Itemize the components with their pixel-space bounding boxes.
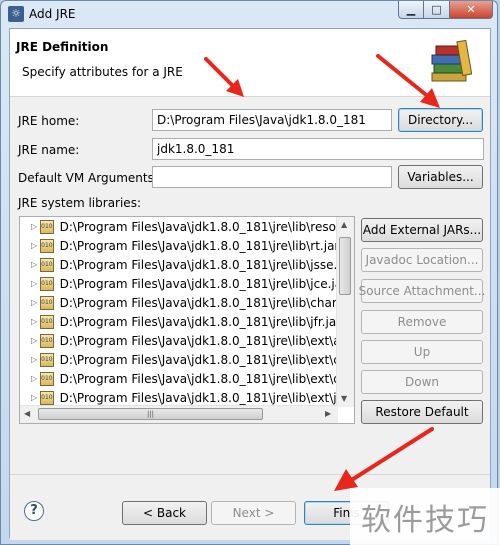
minimize-button[interactable]: ▁ xyxy=(398,1,424,19)
jar-icon: 010 xyxy=(40,238,54,253)
expand-arrow-icon: ▷ xyxy=(31,260,38,269)
scroll-left-icon[interactable]: ◀ xyxy=(24,409,30,418)
expand-arrow-icon: ▷ xyxy=(31,317,38,326)
javadoc-location-button[interactable]: Javadoc Location... xyxy=(361,248,483,272)
jar-icon: 010 xyxy=(40,333,54,348)
expand-arrow-icon: ▷ xyxy=(31,374,38,383)
title-bar: ☼ Add JRE ▁ □ ✕ xyxy=(1,1,497,27)
scroll-up-icon[interactable]: ▲ xyxy=(341,220,347,229)
restore-default-button[interactable]: Restore Default xyxy=(361,400,483,424)
library-path: D:\Program Files\Java\jdk1.8.0_181\jre\l… xyxy=(59,314,338,329)
library-path: D:\Program Files\Java\jdk1.8.0_181\jre\l… xyxy=(59,219,338,234)
jre-name-label: JRE name: xyxy=(18,143,80,157)
jar-icon: 010 xyxy=(40,257,54,272)
list-item[interactable]: ▷ 010 D:\Program Files\Java\jdk1.8.0_181\j… xyxy=(20,255,338,274)
jre-name-field[interactable]: jdk1.8.0_181 xyxy=(152,138,484,160)
remove-button[interactable]: Remove xyxy=(361,310,483,334)
list-item[interactable]: ▷ 010 D:\Program Files\Java\jdk1.8.0_181\j… xyxy=(20,274,338,293)
jar-icon: 010 xyxy=(40,371,54,386)
expand-arrow-icon: ▷ xyxy=(31,298,38,307)
jar-icon: 010 xyxy=(40,390,54,405)
back-button[interactable]: < Back xyxy=(122,501,207,525)
horizontal-scrollbar[interactable]: ◀ ||| ▶ xyxy=(20,405,338,423)
library-path: D:\Program Files\Java\jdk1.8.0_181\jre\l… xyxy=(59,333,338,348)
expand-arrow-icon: ▷ xyxy=(31,279,38,288)
annotation-arrow-icon xyxy=(334,427,434,491)
jar-icon: 010 xyxy=(40,295,54,310)
horizontal-scroll-thumb[interactable]: ||| xyxy=(38,408,263,420)
expand-arrow-icon: ▷ xyxy=(31,393,38,402)
close-button[interactable]: ✕ xyxy=(450,1,493,19)
minimize-icon: ▁ xyxy=(406,3,416,16)
jar-icon: 010 xyxy=(40,219,54,234)
vertical-scroll-thumb[interactable] xyxy=(339,237,351,295)
list-item[interactable]: ▷ 010 D:\Program Files\Java\jdk1.8.0_181\j… xyxy=(20,350,338,369)
jre-home-field[interactable]: D:\Program Files\Java\jdk1.8.0_181 xyxy=(152,109,392,131)
jar-icon: 010 xyxy=(40,276,54,291)
expand-arrow-icon: ▷ xyxy=(31,336,38,345)
down-button[interactable]: Down xyxy=(361,370,483,394)
scroll-right-icon[interactable]: ▶ xyxy=(325,409,331,418)
annotation-arrow-icon xyxy=(376,54,440,108)
vertical-scrollbar[interactable]: ▲ ▼ xyxy=(336,217,354,407)
jar-icon: 010 xyxy=(40,314,54,329)
library-path: D:\Program Files\Java\jdk1.8.0_181\jre\l… xyxy=(59,295,338,310)
list-item[interactable]: ▷ 010 D:\Program Files\Java\jdk1.8.0_181\j… xyxy=(20,293,338,312)
next-button[interactable]: Next > xyxy=(211,501,296,525)
list-item[interactable]: ▷ 010 D:\Program Files\Java\jdk1.8.0_181\j… xyxy=(20,217,338,236)
library-path: D:\Program Files\Java\jdk1.8.0_181\jre\l… xyxy=(59,371,338,386)
list-item[interactable]: ▷ 010 D:\Program Files\Java\jdk1.8.0_181\j… xyxy=(20,331,338,350)
list-item[interactable]: ▷ 010 D:\Program Files\Java\jdk1.8.0_181\j… xyxy=(20,312,338,331)
list-item[interactable]: ▷ 010 D:\Program Files\Java\jdk1.8.0_181\j… xyxy=(20,369,338,388)
annotation-arrow-icon xyxy=(204,57,244,97)
library-path: D:\Program Files\Java\jdk1.8.0_181\jre\l… xyxy=(59,352,338,367)
vm-arguments-label: Default VM Arguments: xyxy=(18,171,158,185)
list-item[interactable]: ▷ 010 D:\Program Files\Java\jdk1.8.0_181\j… xyxy=(20,236,338,255)
maximize-button[interactable]: □ xyxy=(424,1,450,19)
watermark: 软件技巧 xyxy=(350,488,500,545)
up-button[interactable]: Up xyxy=(361,340,483,364)
window-title: Add JRE xyxy=(29,7,76,21)
scroll-down-icon[interactable]: ▼ xyxy=(341,394,347,403)
jre-home-label: JRE home: xyxy=(18,114,80,128)
library-path: D:\Program Files\Java\jdk1.8.0_181\jre\l… xyxy=(59,276,338,291)
maximize-icon: □ xyxy=(431,3,442,16)
system-libraries-label: JRE system libraries: xyxy=(18,196,141,210)
add-external-jars-button[interactable]: Add External JARs... xyxy=(361,218,483,242)
expand-arrow-icon: ▷ xyxy=(31,355,38,364)
eclipse-icon: ☼ xyxy=(8,6,24,22)
variables-button[interactable]: Variables... xyxy=(398,165,483,189)
jar-icon: 010 xyxy=(40,352,54,367)
close-icon: ✕ xyxy=(466,3,476,16)
library-path: D:\Program Files\Java\jdk1.8.0_181\jre\l… xyxy=(59,390,338,405)
expand-arrow-icon: ▷ xyxy=(31,222,38,231)
page-title: JRE Definition xyxy=(16,40,109,54)
library-path: D:\Program Files\Java\jdk1.8.0_181\jre\l… xyxy=(59,238,338,253)
page-subtitle: Specify attributes for a JRE xyxy=(22,65,183,79)
expand-arrow-icon: ▷ xyxy=(31,241,38,250)
help-icon[interactable]: ? xyxy=(24,501,44,521)
source-attachment-button[interactable]: Source Attachment... xyxy=(359,279,485,303)
vm-arguments-field[interactable] xyxy=(152,166,392,188)
library-path: D:\Program Files\Java\jdk1.8.0_181\jre\l… xyxy=(59,257,338,272)
system-libraries-list[interactable]: ▷ 010 D:\Program Files\Java\jdk1.8.0_181\j… xyxy=(19,216,355,424)
